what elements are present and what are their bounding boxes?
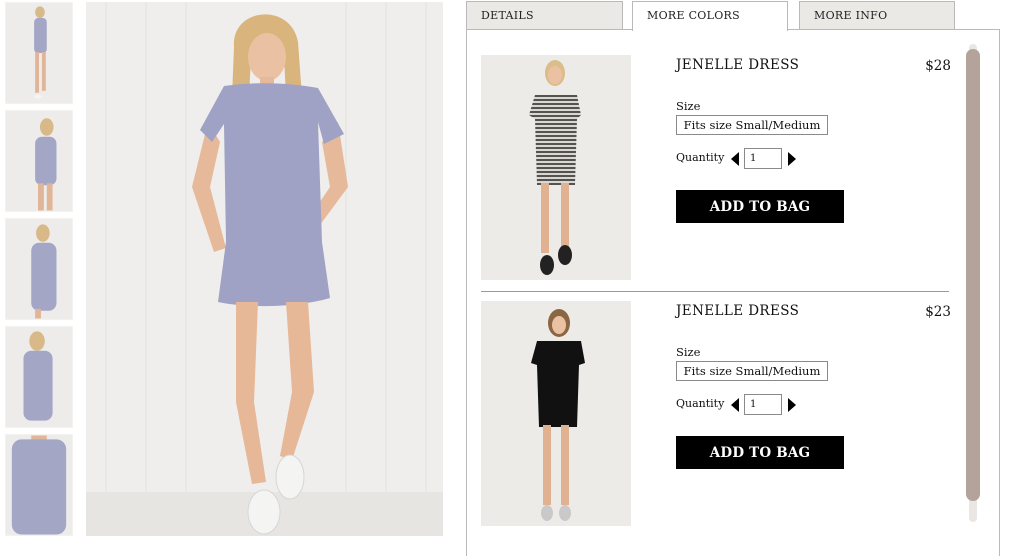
- more-colors-panel: JENELLE DRESS $28 Size Fits size Small/M…: [466, 29, 1000, 556]
- tab-details[interactable]: DETAILS: [466, 1, 623, 30]
- product-photo[interactable]: [481, 55, 631, 280]
- color-option-item: JENELLE DRESS $28 Size Fits size Small/M…: [481, 55, 951, 292]
- model-thumbnail-icon: [6, 435, 72, 535]
- model-thumbnail-icon: [6, 327, 72, 427]
- add-to-bag-button[interactable]: ADD TO BAG: [676, 190, 844, 223]
- divider: [481, 291, 949, 292]
- quantity-input[interactable]: [744, 394, 782, 415]
- thumbnail-5[interactable]: [5, 434, 73, 536]
- tab-more-colors[interactable]: MORE COLORS: [632, 1, 788, 31]
- model-thumbnail-icon: [6, 3, 72, 103]
- thumbnail-3[interactable]: [5, 218, 73, 320]
- size-label: Size: [676, 345, 701, 359]
- quantity-increase-icon[interactable]: [788, 152, 796, 166]
- model-photo-icon: [86, 2, 443, 536]
- quantity-increase-icon[interactable]: [788, 398, 796, 412]
- tab-more-info[interactable]: MORE INFO: [799, 1, 955, 30]
- product-photo[interactable]: [481, 301, 631, 526]
- quantity-decrease-icon[interactable]: [731, 152, 739, 166]
- thumbnail-4[interactable]: [5, 326, 73, 428]
- main-product-photo[interactable]: [86, 2, 443, 536]
- product-tabs: DETAILS MORE COLORS MORE INFO: [466, 0, 1000, 31]
- size-select[interactable]: Fits size Small/Medium: [676, 361, 828, 381]
- model-thumbnail-icon: [6, 111, 72, 211]
- size-select[interactable]: Fits size Small/Medium: [676, 115, 828, 135]
- add-to-bag-button[interactable]: ADD TO BAG: [676, 436, 844, 469]
- model-photo-icon: [481, 301, 631, 526]
- thumbnail-2[interactable]: [5, 110, 73, 212]
- quantity-input[interactable]: [744, 148, 782, 169]
- product-name: JENELLE DRESS: [676, 57, 800, 73]
- scrollbar-thumb[interactable]: [966, 49, 980, 501]
- color-option-item: JENELLE DRESS $23 Size Fits size Small/M…: [481, 301, 951, 526]
- quantity-decrease-icon[interactable]: [731, 398, 739, 412]
- product-price: $23: [925, 304, 951, 320]
- quantity-label: Quantity: [676, 397, 725, 410]
- quantity-label: Quantity: [676, 151, 725, 164]
- model-thumbnail-icon: [6, 219, 72, 319]
- product-price: $28: [925, 58, 951, 74]
- product-name: JENELLE DRESS: [676, 303, 800, 319]
- size-label: Size: [676, 99, 701, 113]
- model-photo-icon: [481, 55, 631, 280]
- thumbnail-1[interactable]: [5, 2, 73, 104]
